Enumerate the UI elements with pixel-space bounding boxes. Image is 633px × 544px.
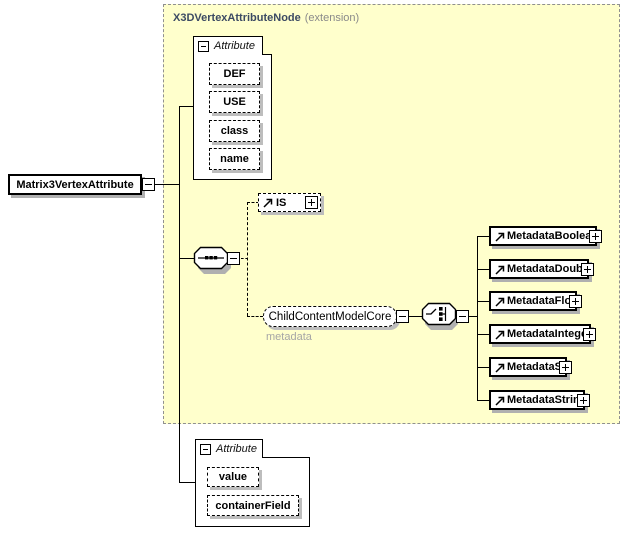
- expand-icon[interactable]: [589, 229, 602, 243]
- attribute-containerfield[interactable]: containerField: [207, 495, 299, 516]
- element-matrix3vertexattribute[interactable]: Matrix3VertexAttribute: [8, 174, 142, 195]
- element-metadatadouble[interactable]: MetadataDouble: [489, 259, 594, 279]
- extension-suffix: (extension): [304, 12, 360, 24]
- expand-icon[interactable]: [569, 294, 582, 308]
- element-label: IS: [276, 196, 287, 209]
- connector-line: [179, 258, 194, 259]
- collapse-icon[interactable]: [200, 443, 211, 455]
- element-metadatainteger[interactable]: MetadataInteger: [489, 324, 596, 344]
- element-metadataboolean[interactable]: MetadataBoolean: [489, 226, 602, 246]
- attribute-class[interactable]: class: [209, 120, 260, 142]
- base-type-name: X3DVertexAttributeNode: [173, 12, 301, 24]
- attribute-group-label: Attribute: [216, 443, 257, 455]
- collapse-icon[interactable]: [456, 310, 469, 323]
- reference-arrow-icon: [495, 363, 505, 373]
- choice-branch-line: [477, 236, 478, 400]
- optional-connector-line: [247, 316, 263, 317]
- element-metadatastring[interactable]: MetadataString: [489, 390, 590, 410]
- element-metadatafloat[interactable]: MetadataFloat: [489, 291, 582, 311]
- expand-icon[interactable]: [581, 262, 594, 276]
- expand-icon[interactable]: [305, 196, 318, 209]
- attribute-value[interactable]: value: [207, 467, 259, 487]
- reference-arrow-icon: [495, 396, 505, 406]
- expand-icon[interactable]: [559, 360, 572, 374]
- element-label: MetadataBoolean: [507, 230, 599, 242]
- trunk-line: [179, 106, 180, 482]
- connector-line: [477, 334, 489, 335]
- connector-line: [477, 400, 489, 401]
- attribute-group-top-tab: Attribute: [193, 36, 263, 55]
- collapse-icon[interactable]: [198, 40, 209, 52]
- attribute-label: containerField: [215, 499, 291, 512]
- attribute-group-label: Attribute: [214, 40, 255, 52]
- connector-line: [477, 236, 489, 237]
- attribute-label: value: [218, 471, 248, 483]
- attribute-group-bottom-tab: Attribute: [195, 439, 263, 458]
- reference-arrow-icon: [495, 265, 505, 275]
- group-label: ChildContentModelCore: [268, 310, 392, 323]
- connector-line: [477, 367, 489, 368]
- attribute-label: USE: [223, 96, 246, 108]
- element-is[interactable]: IS: [258, 193, 321, 212]
- attribute-use[interactable]: USE: [209, 91, 260, 113]
- reference-arrow-icon: [495, 330, 505, 340]
- connector-line: [477, 301, 489, 302]
- connector-line: [477, 269, 489, 270]
- element-label: MetadataInteger: [507, 328, 592, 340]
- reference-arrow-icon: [495, 232, 505, 242]
- connector-line: [155, 184, 179, 185]
- expand-icon[interactable]: [583, 327, 596, 341]
- element-metadataset[interactable]: MetadataSet: [489, 357, 572, 377]
- optional-branch-line: [247, 202, 248, 316]
- extension-title: X3DVertexAttributeNode (extension): [173, 12, 359, 24]
- collapse-icon[interactable]: [142, 178, 155, 191]
- attribute-label: name: [220, 153, 249, 165]
- connector-line: [469, 316, 477, 317]
- group-annotation: metadata: [266, 331, 312, 343]
- collapse-icon[interactable]: [396, 310, 409, 323]
- element-label: MetadataString: [507, 394, 587, 406]
- reference-arrow-icon: [263, 198, 273, 208]
- attribute-def[interactable]: DEF: [209, 63, 260, 85]
- attribute-name[interactable]: name: [209, 148, 260, 170]
- collapse-icon[interactable]: [227, 252, 240, 265]
- attribute-label: DEF: [223, 68, 246, 80]
- element-label: Matrix3VertexAttribute: [16, 178, 134, 191]
- group-childcontentmodelcore[interactable]: ChildContentModelCore: [263, 306, 397, 327]
- attribute-label: class: [220, 125, 249, 137]
- element-label: MetadataDouble: [507, 263, 592, 275]
- expand-icon[interactable]: [577, 393, 590, 407]
- schema-diagram: X3DVertexAttributeNode (extension) Attrib…: [0, 0, 633, 544]
- reference-arrow-icon: [495, 297, 505, 307]
- connector-line: [179, 106, 193, 107]
- connector-line: [179, 482, 195, 483]
